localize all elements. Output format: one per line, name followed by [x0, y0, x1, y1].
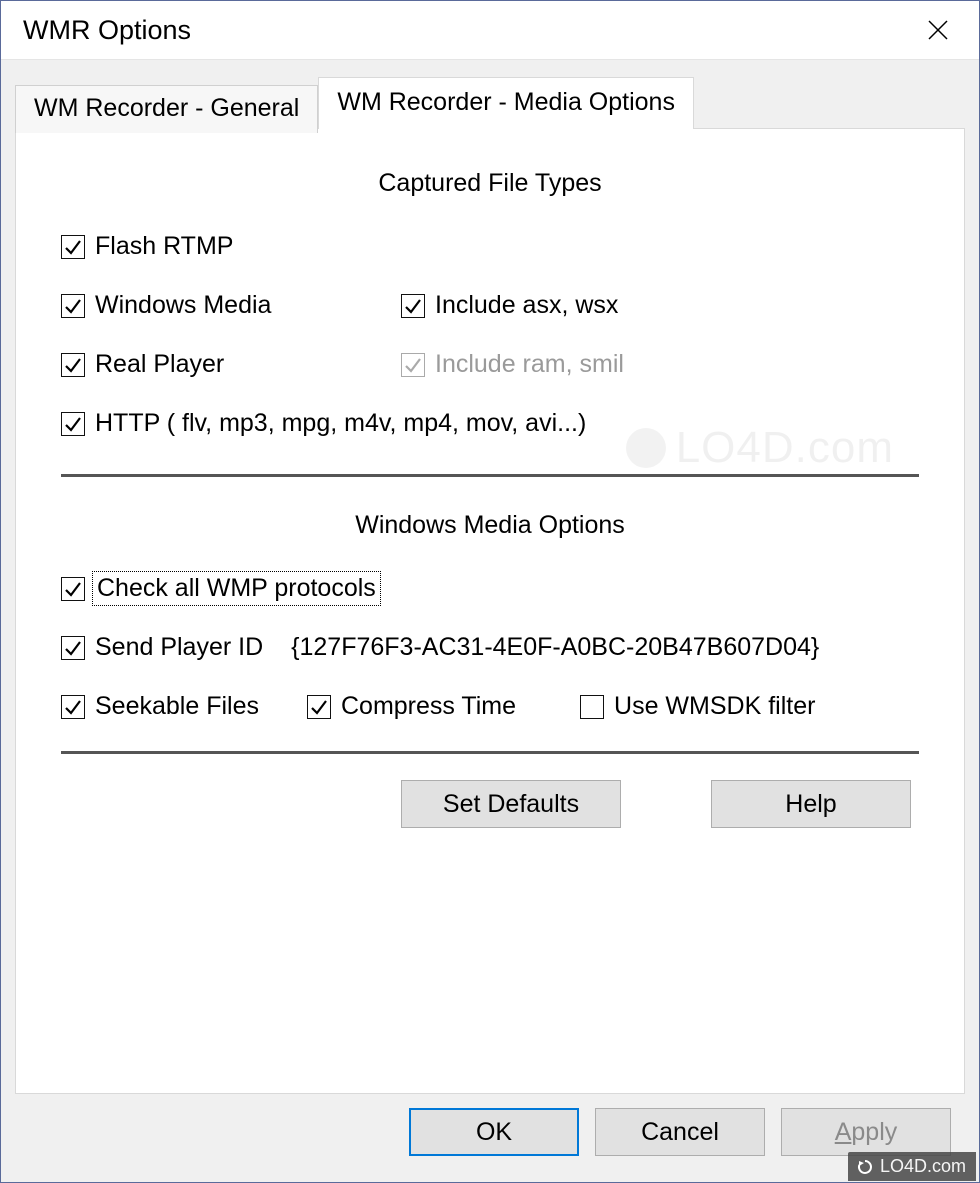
check-icon	[64, 238, 82, 256]
help-label: Help	[785, 790, 836, 819]
ok-label: OK	[476, 1118, 512, 1147]
apply-button: Apply	[781, 1108, 951, 1156]
label-check-all-wmp: Check all WMP protocols	[95, 574, 378, 603]
label-real-player: Real Player	[95, 350, 224, 379]
help-button[interactable]: Help	[711, 780, 911, 828]
checkbox-include-ram	[401, 353, 425, 377]
cancel-button[interactable]: Cancel	[595, 1108, 765, 1156]
close-icon	[926, 18, 950, 42]
checkbox-windows-media[interactable]	[61, 294, 85, 318]
check-icon	[64, 698, 82, 716]
check-icon	[404, 297, 422, 315]
checkbox-flash-rtmp[interactable]	[61, 235, 85, 259]
checkbox-real-player[interactable]	[61, 353, 85, 377]
set-defaults-button[interactable]: Set Defaults	[401, 780, 621, 828]
section-captured-title: Captured File Types	[61, 169, 919, 198]
check-icon	[64, 356, 82, 374]
label-seekable-files: Seekable Files	[95, 692, 259, 721]
tab-media-options[interactable]: WM Recorder - Media Options	[318, 77, 694, 129]
checkbox-include-asx[interactable]	[401, 294, 425, 318]
label-send-player-id: Send Player ID	[95, 633, 263, 662]
close-button[interactable]	[915, 7, 961, 53]
check-icon	[64, 415, 82, 433]
label-include-asx: Include asx, wsx	[435, 291, 618, 320]
tab-general[interactable]: WM Recorder - General	[15, 85, 318, 133]
check-icon	[310, 698, 328, 716]
label-windows-media: Windows Media	[95, 291, 271, 320]
checkbox-http[interactable]	[61, 412, 85, 436]
tabstrip: WM Recorder - General WM Recorder - Medi…	[15, 76, 965, 128]
section-divider-1	[61, 474, 919, 477]
check-icon	[64, 580, 82, 598]
tab-general-label: WM Recorder - General	[34, 94, 299, 122]
label-http: HTTP ( flv, mp3, mpg, m4v, mp4, mov, avi…	[95, 409, 586, 438]
checkbox-send-player-id[interactable]	[61, 636, 85, 660]
label-use-wmsdk: Use WMSDK filter	[614, 692, 815, 721]
tab-media-label: WM Recorder - Media Options	[337, 88, 675, 116]
refresh-icon	[856, 1158, 874, 1176]
apply-label: Apply	[835, 1118, 898, 1147]
watermark-text: LO4D.com	[880, 1156, 966, 1177]
label-flash-rtmp: Flash RTMP	[95, 232, 233, 261]
site-watermark: LO4D.com	[848, 1152, 976, 1181]
label-include-ram: Include ram, smil	[435, 350, 624, 379]
checkbox-use-wmsdk[interactable]	[580, 695, 604, 719]
check-icon	[404, 356, 422, 374]
set-defaults-label: Set Defaults	[443, 790, 579, 819]
dialog-window: WMR Options WM Recorder - General WM Rec…	[0, 0, 980, 1183]
tab-panel-media: LO4D.com Captured File Types Flash RTMP …	[15, 128, 965, 1094]
checkbox-check-all-wmp[interactable]	[61, 577, 85, 601]
section-divider-2	[61, 751, 919, 754]
ok-button[interactable]: OK	[409, 1108, 579, 1156]
section-wm-options-title: Windows Media Options	[61, 511, 919, 540]
label-compress-time: Compress Time	[341, 692, 516, 721]
cancel-label: Cancel	[641, 1118, 719, 1147]
check-icon	[64, 639, 82, 657]
check-icon	[64, 297, 82, 315]
checkbox-compress-time[interactable]	[307, 695, 331, 719]
window-title: WMR Options	[23, 15, 915, 46]
player-id-value: {127F76F3-AC31-4E0F-A0BC-20B47B607D04}	[291, 633, 819, 662]
checkbox-seekable-files[interactable]	[61, 695, 85, 719]
titlebar: WMR Options	[1, 1, 979, 59]
dialog-button-row: OK Cancel Apply	[15, 1094, 965, 1170]
panel-button-row: Set Defaults Help	[61, 780, 919, 828]
client-area: WM Recorder - General WM Recorder - Medi…	[1, 59, 979, 1182]
